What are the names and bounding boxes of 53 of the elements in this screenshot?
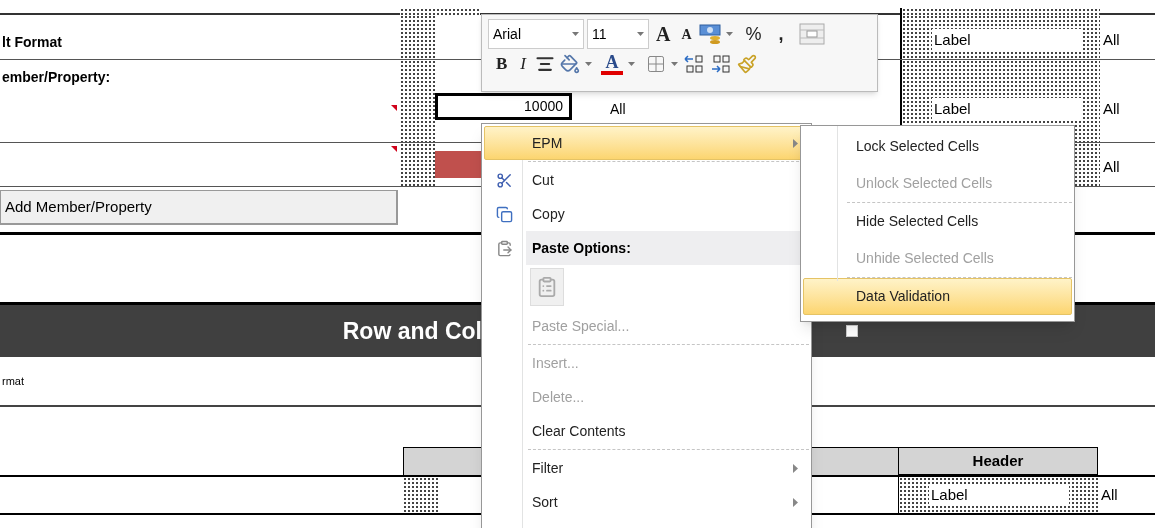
font-dropdown[interactable]: Arial xyxy=(488,19,584,49)
add-member-button[interactable]: Add Member/Property xyxy=(0,190,398,225)
font-size-dropdown[interactable]: 11 xyxy=(587,19,649,49)
dropdown-caret-icon[interactable] xyxy=(671,62,678,66)
menu-item[interactable]: Data Validation xyxy=(803,278,1072,315)
borders-icon[interactable] xyxy=(646,54,666,74)
subtitle-text: rmat xyxy=(1,373,24,389)
submenu-arrow-icon xyxy=(793,497,798,507)
row-label: ember/Property: xyxy=(2,68,112,87)
dotted-cell xyxy=(400,143,435,186)
submenu-arrow-icon xyxy=(793,463,798,473)
font-color-bar xyxy=(601,71,623,75)
submenu-arrow-icon xyxy=(793,138,798,148)
comma-button[interactable]: , xyxy=(774,21,788,47)
font-color-button[interactable]: A xyxy=(601,53,623,75)
shrink-font-button[interactable]: A xyxy=(677,21,696,47)
scissors-icon xyxy=(495,171,513,189)
paint-bucket-icon[interactable] xyxy=(560,54,580,74)
label-cell: Label xyxy=(929,483,1069,507)
dropdown-caret-icon[interactable] xyxy=(628,62,635,66)
dropdown-caret-icon[interactable] xyxy=(725,32,733,36)
selected-cell[interactable]: 10000 xyxy=(435,93,572,120)
merge-cells-icon[interactable] xyxy=(798,23,825,45)
label-cell: Label xyxy=(932,97,1082,120)
cell-text: All xyxy=(610,100,626,119)
dropdown-caret-icon[interactable] xyxy=(637,32,644,36)
row-label: lt Format xyxy=(2,34,62,50)
cell-text: All xyxy=(1100,484,1118,505)
menu-item[interactable]: Sort xyxy=(484,485,809,519)
grow-font-button[interactable]: A xyxy=(652,21,675,47)
increase-decimal-icon[interactable] xyxy=(683,54,705,74)
money-icon[interactable] xyxy=(698,23,723,45)
clipboard-icon xyxy=(495,239,513,257)
format-painter-icon[interactable] xyxy=(737,54,757,74)
label-cell: Label xyxy=(932,28,1082,51)
header-cell: Header xyxy=(898,447,1098,475)
clipboard-icon xyxy=(536,276,558,298)
dropdown-caret-icon[interactable] xyxy=(572,32,579,36)
checkbox[interactable] xyxy=(846,325,858,337)
decrease-decimal-icon[interactable] xyxy=(710,54,732,74)
bold-button[interactable]: B xyxy=(492,51,512,77)
align-center-icon[interactable] xyxy=(535,54,555,74)
cell-text: All xyxy=(1103,29,1120,50)
menu-item[interactable]: Filter xyxy=(484,451,809,485)
dropdown-caret-icon[interactable] xyxy=(585,62,592,66)
menu-item[interactable]: Clear Contents xyxy=(484,414,809,448)
percent-button[interactable]: % xyxy=(741,21,766,47)
dotted-cell xyxy=(403,477,438,513)
copy-icon xyxy=(495,205,513,223)
cell-text: All xyxy=(1103,156,1120,177)
section-title: Row and Col xyxy=(341,316,482,346)
cell-text: All xyxy=(1103,98,1120,119)
italic-button[interactable]: I xyxy=(516,51,530,77)
